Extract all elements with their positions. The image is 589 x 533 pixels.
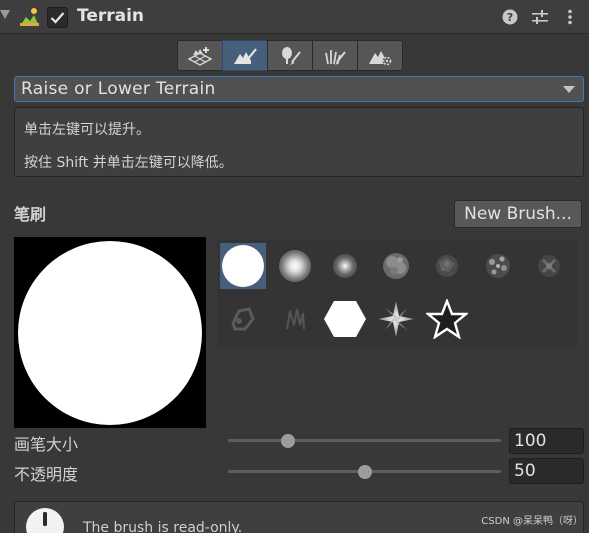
brush-preview-shape [18,241,202,425]
brushes-section-label: 笔刷 [14,205,47,224]
brush-item-star[interactable] [424,296,470,342]
paint-trees-tool-button[interactable] [267,40,313,71]
brush-item-noise-4[interactable] [526,243,572,289]
new-brush-button[interactable]: New Brush... [454,200,582,228]
brush-size-slider-track[interactable] [228,434,501,448]
opacity-slider-track[interactable] [228,465,501,479]
foldout-arrow-icon[interactable] [0,10,10,19]
tool-help-box: 单击左键可以提升。 按住 Shift 并单击左键可以降低。 [14,107,584,177]
readonly-notice-text: The brush is read-only. [83,520,243,533]
sparkle-brush-icon [378,301,414,337]
brush-item-small-soft[interactable] [322,243,368,289]
small-soft-brush-icon [333,254,357,278]
noise-brush-6-icon [286,308,305,330]
component-title: Terrain [77,6,145,26]
brush-item-noise-6[interactable] [272,296,318,342]
paint-terrain-tool-button[interactable] [222,40,268,71]
brush-item-noise-3[interactable] [475,243,521,289]
brush-grid [217,240,577,349]
dropdown-arrow-icon [563,86,575,93]
terrain-tools-toolbar [177,40,403,71]
more-menu-icon[interactable] [561,8,579,26]
brush-size-label: 画笔大小 [14,435,79,454]
brush-item-sparkle[interactable] [373,296,419,342]
terrain-settings-icon [369,50,392,65]
create-neighbors-icon [187,46,213,66]
brush-item-hard-circle[interactable] [220,243,266,289]
paint-details-icon [325,49,346,65]
check-icon [50,12,65,24]
help-icon[interactable]: ? [501,8,519,26]
paint-terrain-icon [234,47,257,64]
noise-brush-2-icon [436,255,458,277]
hard-circle-brush-icon [222,245,264,287]
brush-size-field[interactable]: 100 [509,428,584,454]
brush-item-hexagon[interactable] [322,296,368,342]
opacity-slider-thumb[interactable] [357,465,372,479]
terrain-settings-tool-button[interactable] [357,40,403,71]
brush-item-noise-1[interactable] [373,243,419,289]
tool-mode-selected: Raise or Lower Terrain [21,79,216,99]
noise-brush-5-icon [231,307,255,331]
hexagon-brush-icon [324,301,366,337]
soft-circle-brush-icon [279,250,311,282]
tool-mode-dropdown[interactable]: Raise or Lower Terrain [14,76,584,102]
noise-brush-3-icon [486,254,510,278]
brush-item-noise-2[interactable] [424,243,470,289]
presets-icon[interactable] [531,8,549,26]
info-icon [26,508,64,533]
opacity-label: 不透明度 [14,465,79,484]
paint-details-tool-button[interactable] [312,40,358,71]
help-text-line-1: 单击左键可以提升。 [24,122,150,138]
terrain-component-icon [18,6,40,28]
create-neighbors-tool-button[interactable] [177,40,223,71]
star-brush-icon [426,299,468,339]
noise-brush-4-icon [538,255,560,277]
opacity-field[interactable]: 50 [509,458,584,484]
enabled-checkbox[interactable] [47,7,68,28]
watermark: CSDN @呆呆鸭（呀） [481,516,583,527]
brush-size-slider-thumb[interactable] [281,434,296,448]
help-text-line-2: 按住 Shift 并单击左键可以降低。 [24,155,233,171]
noise-brush-1-icon [383,253,409,279]
paint-trees-icon [282,46,301,65]
svg-text:?: ? [507,11,513,24]
brush-item-soft-circle[interactable] [272,243,318,289]
brush-item-noise-5[interactable] [220,296,266,342]
brush-preview [14,237,206,428]
